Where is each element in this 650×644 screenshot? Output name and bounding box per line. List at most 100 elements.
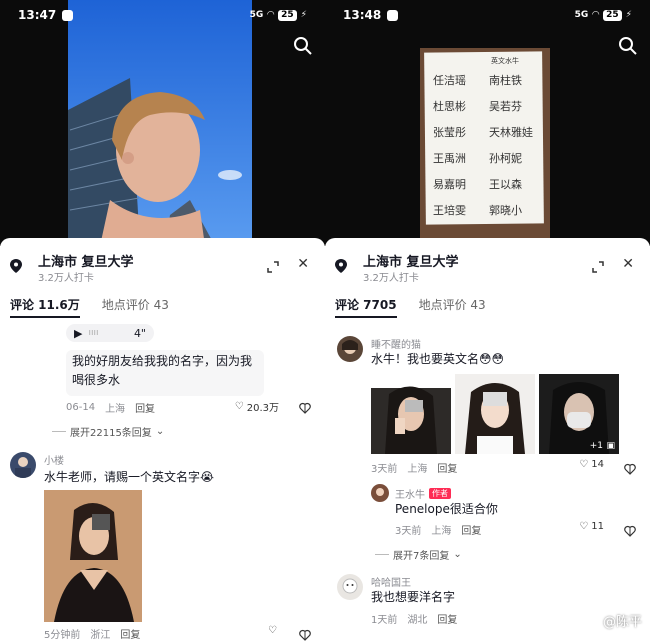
comment-image[interactable] [455, 374, 535, 454]
battery-level: 25 [603, 9, 622, 21]
note-name: 孙柯妮 [489, 152, 522, 165]
status-time: 13:47 [18, 8, 57, 22]
reply-button[interactable]: 回复 [437, 460, 457, 475]
comment-image[interactable] [44, 490, 142, 622]
comment-image[interactable] [371, 374, 451, 454]
expand-icon[interactable] [267, 258, 279, 277]
voice-message[interactable]: ▶ ıııı 4" [66, 324, 154, 342]
tab-place-reviews[interactable]: 地点评价 43 [102, 294, 169, 322]
status-time: 13:48 [343, 8, 382, 22]
reply-date: 3天前 [395, 526, 422, 537]
search-icon[interactable] [293, 36, 313, 60]
note-name: 王培雯 [433, 204, 466, 217]
close-icon[interactable]: ✕ [622, 256, 634, 272]
comment-image[interactable]: ▣ +1 [539, 374, 619, 454]
comment-location: 上海 [407, 464, 428, 475]
status-bar: 13:48 5G ◠ 25 ⚡ [325, 0, 650, 30]
username[interactable]: 哈哈国王 [371, 574, 411, 589]
heart-icon[interactable]: ♡ [268, 625, 277, 636]
dislike-icon[interactable] [624, 522, 636, 541]
dislike-icon[interactable] [299, 626, 311, 644]
note-name: 南柱铁 [489, 74, 522, 87]
comment-text: 水牛！我也要英文名😳😳 [371, 352, 505, 366]
play-icon[interactable]: ▶ [74, 327, 82, 340]
comment-date: 3天前 [371, 464, 398, 475]
wifi-icon: ◠ [592, 10, 600, 20]
like-button[interactable]: ♡ 20.3万 [235, 399, 279, 414]
heart-icon: ♡ [579, 459, 589, 470]
voice-duration: 4" [133, 326, 146, 340]
note-name: 张莹彤 [433, 126, 466, 139]
avatar[interactable] [337, 336, 363, 362]
tab-bar: 评论 7705 地点评价 43 [335, 294, 640, 322]
avatar[interactable] [371, 484, 389, 502]
username[interactable]: 小楼 [44, 452, 64, 467]
charging-icon: ⚡ [625, 10, 632, 20]
video-frame[interactable]: 英文水牛 任洁瑶 南柱铁 杜思彬 吴若芬 张莹彤 天林雅娃 王禹洲 孙柯妮 易嘉… [325, 0, 650, 246]
like-count: 14 [591, 459, 604, 470]
note-name: 王以森 [489, 178, 522, 191]
wifi-icon: ◠ [267, 10, 275, 20]
battery-level: 25 [278, 9, 297, 21]
wechat-icon [387, 9, 399, 21]
comment-location: 上海 [105, 404, 126, 415]
dislike-icon[interactable] [624, 460, 636, 479]
note-name: 王禹洲 [433, 152, 466, 165]
comment-location: 湖北 [407, 615, 428, 626]
video-frame[interactable] [0, 0, 325, 246]
expand-replies[interactable]: 展开22115条回复 ⌄ [52, 424, 164, 439]
location-checkins: 3.2万人打卡 [363, 273, 419, 284]
avatar[interactable] [10, 452, 36, 478]
wechat-icon [62, 9, 74, 21]
heart-icon: ♡ [579, 521, 589, 532]
location-title: 上海市 复旦大学 [38, 255, 134, 270]
tab-place-reviews[interactable]: 地点评价 43 [419, 294, 486, 322]
comment-meta: 5分钟前 浙江 回复 [44, 626, 140, 641]
reply-username[interactable]: 王水牛 作者 [395, 486, 451, 501]
close-icon[interactable]: ✕ [297, 256, 309, 272]
signal-label: 5G [249, 10, 264, 20]
comment-meta: 3天前 上海 回复 [371, 460, 457, 475]
like-button[interactable]: ♡ 11 [579, 521, 604, 532]
watermark: @陈平 [602, 615, 642, 630]
signal-label: 5G [574, 10, 589, 20]
note-name: 任洁瑶 [433, 74, 466, 87]
reply-button[interactable]: 回复 [461, 522, 481, 537]
chevron-down-icon: ⌄ [453, 549, 462, 560]
search-icon[interactable] [618, 36, 638, 60]
location-header[interactable]: 上海市 复旦大学 3.2万人打卡 ✕ [335, 250, 640, 284]
reply-button[interactable]: 回复 [120, 626, 140, 641]
comment-date: 5分钟前 [44, 630, 81, 641]
avatar[interactable] [337, 574, 363, 600]
comment-sheet: 上海市 复旦大学 3.2万人打卡 ✕ 评论 11.6万 地点评价 43 ▶ ıı… [0, 238, 325, 644]
expand-icon[interactable] [592, 258, 604, 277]
reply-button[interactable]: 回复 [437, 611, 457, 626]
username[interactable]: 睡不醒的猫 [371, 336, 421, 351]
expand-replies-label: 展开22115条回复 [70, 428, 152, 439]
status-bar: 13:47 5G ◠ 25 ⚡ [0, 0, 325, 30]
reply-button[interactable]: 回复 [135, 400, 155, 415]
gallery-icon: ▣ [606, 441, 615, 451]
note-name: 郭晓小 [489, 204, 522, 217]
location-header[interactable]: 上海市 复旦大学 3.2万人打卡 ✕ [10, 250, 315, 284]
more-images-count: +1 [589, 441, 603, 451]
reply-location: 上海 [431, 526, 452, 537]
tab-comments[interactable]: 评论 11.6万 [10, 294, 80, 318]
comment-location: 浙江 [90, 630, 111, 641]
dislike-icon[interactable] [299, 399, 311, 418]
note-name: 吴若芬 [489, 100, 522, 113]
expand-replies[interactable]: 展开7条回复 ⌄ [375, 547, 462, 562]
note-heading: 英文水牛 [491, 57, 519, 65]
author-badge: 作者 [429, 488, 451, 499]
like-button[interactable]: ♡ 14 [579, 459, 604, 470]
reply-meta: 3天前 上海 回复 [395, 522, 481, 537]
note-name: 易嘉明 [433, 178, 466, 191]
tab-comments[interactable]: 评论 7705 [335, 294, 397, 318]
like-count: 20.3万 [246, 403, 279, 414]
location-title: 上海市 复旦大学 [363, 255, 459, 270]
heart-icon: ♡ [234, 401, 244, 412]
comment-meta: 06-14 上海 回复 [66, 400, 155, 415]
tab-bar: 评论 11.6万 地点评价 43 [10, 294, 315, 322]
reply-text: Penelope很适合你 [395, 502, 498, 516]
note-content: 英文水牛 任洁瑶 南柱铁 杜思彬 吴若芬 张莹彤 天林雅娃 王禹洲 孙柯妮 易嘉… [429, 56, 541, 224]
